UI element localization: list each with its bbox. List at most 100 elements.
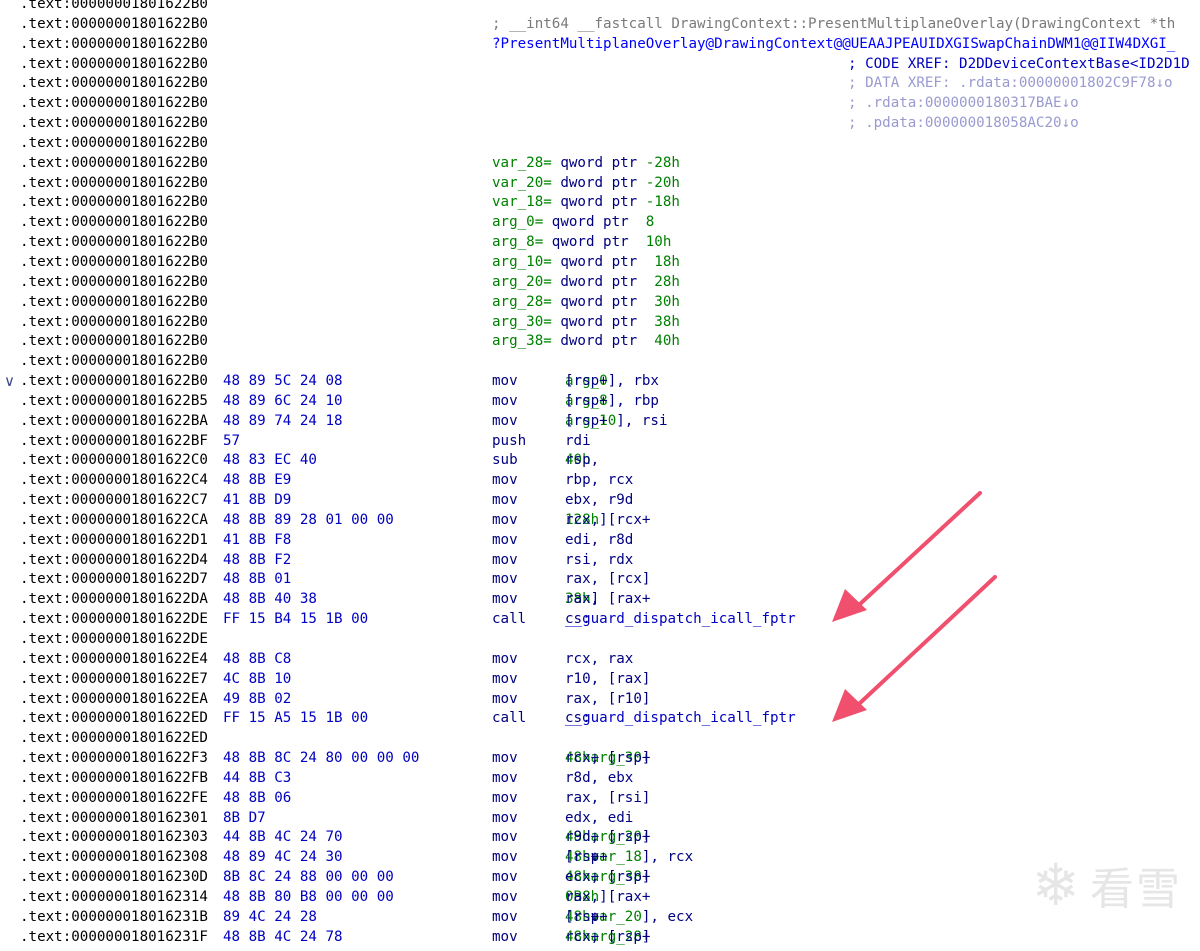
listing-line[interactable]: .text:00000001801622BA 48 89 74 24 18 mov [… (0, 412, 1200, 432)
instruction-mnemonic[interactable]: mov (492, 888, 518, 908)
instruction-mnemonic[interactable]: mov (492, 551, 518, 571)
listing-line[interactable]: .text:00000001801622B0 ; DATA XREF: .rdat… (0, 74, 1200, 94)
instruction-mnemonic[interactable]: mov (492, 531, 518, 551)
function-ref[interactable]: __guard_dispatch_icall_fptr (565, 611, 796, 627)
line-address[interactable]: .text:00000001801622B0 (20, 352, 208, 372)
line-address[interactable]: .text:00000001801622B0 (20, 134, 208, 154)
listing-line[interactable]: .text:00000001801622ED FF 15 A5 15 1B 00 c… (0, 709, 1200, 729)
listing-line[interactable]: .text:00000001801622B0 arg_0= qword ptr 8 (0, 213, 1200, 233)
var-name[interactable]: arg_30= (492, 314, 552, 330)
var-name[interactable]: arg_20= (492, 274, 552, 290)
listing-line[interactable]: .text:00000001801622B0 ; __int64 __fastca… (0, 15, 1200, 35)
xref-comment[interactable]: ; DATA XREF: .rdata:00000001802C9F78↓o (848, 74, 1173, 94)
listing-line[interactable]: .text:00000001801622DE (0, 630, 1200, 650)
listing-line[interactable]: .text:00000001801622C0 48 83 EC 40 sub rsp,… (0, 451, 1200, 471)
listing-line[interactable]: .text:00000001801622B0 var_28= qword ptr … (0, 154, 1200, 174)
line-address[interactable]: .text:00000001801622B0 (20, 0, 208, 15)
listing-line[interactable]: .text:00000001801622B0 (0, 134, 1200, 154)
line-address[interactable]: .text:0000000180162314 (20, 888, 208, 908)
instruction-operands[interactable]: rax, [rax+ 0B8h] (565, 888, 650, 908)
listing-line[interactable]: .text:00000001801622D4 48 8B F2 mov rsi, rd… (0, 551, 1200, 571)
line-address[interactable]: .text:00000001801622B0 (20, 174, 208, 194)
listing-line[interactable]: .text:00000001801622B0 ; .pdata:000000018… (0, 114, 1200, 134)
line-address[interactable]: .text:00000001801622B5 (20, 392, 208, 412)
listing-line[interactable]: .text:00000001801622ED (0, 729, 1200, 749)
line-address[interactable]: .text:00000001801622D7 (20, 570, 208, 590)
listing-line[interactable]: .text:00000001801622B0 ; CODE XREF: D2DDe… (0, 55, 1200, 75)
var-name[interactable]: arg_38= (492, 333, 552, 349)
line-address[interactable]: .text:00000001801622DE (20, 610, 208, 630)
line-address[interactable]: .text:0000000180162301 (20, 809, 208, 829)
listing-line[interactable]: .text:00000001801622B0 ; .rdata:000000018… (0, 94, 1200, 114)
listing-line[interactable]: .text:00000001801622FB 44 8B C3 mov r8d, eb… (0, 769, 1200, 789)
listing-line[interactable]: .text:00000001801622CA 48 8B 89 28 01 00 … (0, 511, 1200, 531)
instruction-mnemonic[interactable]: mov (492, 690, 518, 710)
listing-line[interactable]: .text:00000001801622DA 48 8B 40 38 mov rax,… (0, 590, 1200, 610)
listing-line[interactable]: .text:0000000180162308 48 89 4C 24 30 mov [… (0, 848, 1200, 868)
line-address[interactable]: .text:00000001801622ED (20, 729, 208, 749)
instruction-operands[interactable]: cs: __guard_dispatch_icall_fptr (565, 709, 796, 729)
listing-line[interactable]: .text:00000001801622D7 48 8B 01 mov rax, [r… (0, 570, 1200, 590)
line-address[interactable]: .text:00000001801622B0 (20, 15, 208, 35)
line-address[interactable]: .text:00000001801622B0 (20, 154, 208, 174)
listing-line[interactable]: .text:00000001801622B0 arg_30= qword ptr … (0, 313, 1200, 333)
listing-line[interactable]: .text:00000001801622C4 48 8B E9 mov rbp, rc… (0, 471, 1200, 491)
instruction-operands[interactable]: [rsp+ 48h + var_20], ecx (565, 908, 693, 928)
line-address[interactable]: .text:00000001801622B0 (20, 74, 208, 94)
line-address[interactable]: .text:00000001801622D4 (20, 551, 208, 571)
instruction-mnemonic[interactable]: call (492, 709, 526, 729)
line-address[interactable]: .text:00000001801622B0 (20, 213, 208, 233)
listing-line[interactable]: .text:00000001801622B0 var_18= qword ptr … (0, 193, 1200, 213)
instruction-operands[interactable]: [rsp+ arg_10], rsi (565, 412, 668, 432)
line-address[interactable]: .text:00000001801622B0 (20, 332, 208, 352)
instruction-mnemonic[interactable]: mov (492, 491, 518, 511)
instruction-mnemonic[interactable]: sub (492, 451, 518, 471)
line-address[interactable]: .text:00000001801622C7 (20, 491, 208, 511)
instruction-mnemonic[interactable]: mov (492, 769, 518, 789)
listing-line[interactable]: .text:00000001801622D1 41 8B F8 mov edi, r8… (0, 531, 1200, 551)
listing-line[interactable]: .text:0000000180162303 44 8B 4C 24 70 mov r… (0, 828, 1200, 848)
listing-line[interactable]: .text:00000001801622B0 var_20= dword ptr … (0, 174, 1200, 194)
stack-var-decl[interactable]: arg_38= dword ptr 40h (492, 332, 680, 352)
instruction-operands[interactable]: rsp, 40h (565, 451, 599, 471)
stack-var-decl[interactable]: var_20= dword ptr -20h (492, 174, 680, 194)
line-address[interactable]: .text:00000001801622C0 (20, 451, 208, 471)
mangled-symbol[interactable]: ?PresentMultiplaneOverlay@DrawingContext… (492, 35, 1175, 55)
instruction-mnemonic[interactable]: mov (492, 868, 518, 888)
collapse-chevron-icon[interactable]: ∨ (4, 372, 15, 392)
line-address[interactable]: .text:00000001801622DA (20, 590, 208, 610)
line-address[interactable]: .text:00000001801622B0 (20, 35, 208, 55)
listing-line[interactable]: .text:00000001801622F3 48 8B 8C 24 80 00 … (0, 749, 1200, 769)
instruction-operands[interactable]: [rsp+ 48h + var_18], rcx (565, 848, 693, 868)
line-address[interactable]: .text:0000000180162303 (20, 828, 208, 848)
listing-line[interactable]: .text:000000018016231F 48 8B 4C 24 78 mov r… (0, 928, 1200, 948)
xref-comment[interactable]: ; .rdata:0000000180317BAE↓o (848, 94, 1079, 114)
stack-var-decl[interactable]: arg_28= qword ptr 30h (492, 293, 680, 313)
line-address[interactable]: .text:00000001801622F3 (20, 749, 208, 769)
line-address[interactable]: .text:00000001801622B0 (20, 94, 208, 114)
line-address[interactable]: .text:00000001801622B0 (20, 273, 208, 293)
instruction-operands[interactable]: rcx, [rsp+ 48h + arg_30] (565, 749, 650, 769)
listing-line[interactable]: .text:00000001801622E7 4C 8B 10 mov r10, [r… (0, 670, 1200, 690)
var-name[interactable]: var_18= (492, 194, 552, 210)
listing-line[interactable]: .text:00000001801622EA 49 8B 02 mov rax, [r… (0, 690, 1200, 710)
instruction-mnemonic[interactable]: mov (492, 511, 518, 531)
var-name[interactable]: var_20= (492, 175, 552, 191)
line-address[interactable]: .text:00000001801622B0 (20, 114, 208, 134)
listing-line[interactable]: .text:000000018016230D 8B 8C 24 88 00 00 … (0, 868, 1200, 888)
stack-var-decl[interactable]: arg_8= qword ptr 10h (492, 233, 671, 253)
stack-var-decl[interactable]: var_28= qword ptr -28h (492, 154, 680, 174)
listing-line[interactable]: .text:00000001801622B0 arg_38= dword ptr … (0, 332, 1200, 352)
instruction-mnemonic[interactable]: mov (492, 412, 518, 432)
line-address[interactable]: .text:00000001801622ED (20, 709, 208, 729)
instruction-mnemonic[interactable]: push (492, 432, 526, 452)
instruction-mnemonic[interactable]: mov (492, 670, 518, 690)
line-address[interactable]: .text:00000001801622EA (20, 690, 208, 710)
listing-line[interactable]: .text:00000001801622B0 arg_20= dword ptr … (0, 273, 1200, 293)
xref-comment[interactable]: ; CODE XREF: D2DDeviceContextBase<ID2D1D (848, 55, 1190, 75)
line-address[interactable]: .text:000000018016230D (20, 868, 208, 888)
listing-line[interactable]: .text:00000001801622C7 41 8B D9 mov ebx, r9… (0, 491, 1200, 511)
var-name[interactable]: arg_0= (492, 214, 543, 230)
instruction-mnemonic[interactable]: mov (492, 908, 518, 928)
line-address[interactable]: .text:00000001801622E7 (20, 670, 208, 690)
